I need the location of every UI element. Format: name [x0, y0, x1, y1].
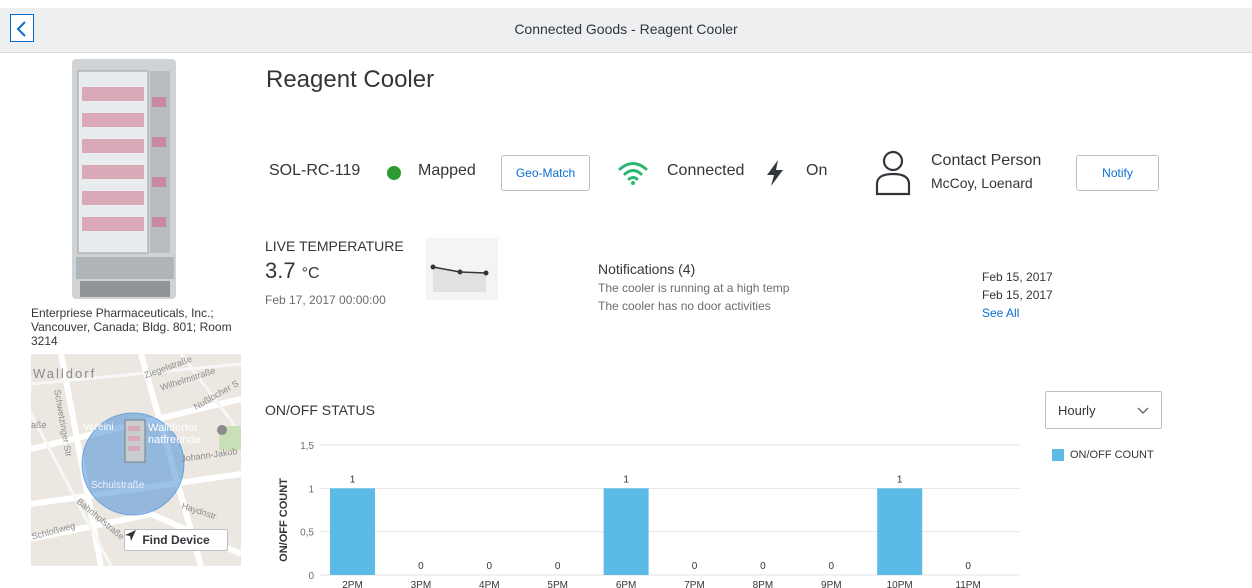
x-tick-label: 11PM: [955, 580, 980, 588]
temperature-sparkline[interactable]: [426, 238, 498, 300]
device-id: SOL-RC-119: [269, 162, 361, 179]
notification-date: Feb 15, 2017: [982, 288, 1053, 302]
notify-button[interactable]: Notify: [1076, 155, 1159, 191]
geo-match-button[interactable]: Geo-Match: [501, 155, 590, 191]
data-label: 0: [829, 561, 835, 572]
page-title: Reagent Cooler: [266, 66, 435, 93]
interval-select-value: Hourly: [1058, 403, 1096, 418]
temperature-unit: °C: [301, 265, 320, 282]
map-label: aße: [31, 420, 47, 430]
x-tick-label: 4PM: [479, 580, 500, 588]
chart-bar: [603, 488, 649, 575]
y-tick-label: 1,5: [300, 441, 314, 452]
onoff-chart: 0 0,5 1 1,5 ON/OFF COUNT 1 2PM 0 3PM 0 4PM 0 5PM 1 6PM…: [278, 441, 1020, 588]
contact-person-title: Contact Person: [931, 152, 1042, 169]
data-label: 0: [418, 561, 424, 572]
y-axis-label: ON/OFF COUNT: [278, 478, 290, 562]
data-label: 1: [350, 474, 356, 485]
data-label: 0: [760, 561, 766, 572]
top-bar: Connected Goods - Reagent Cooler: [0, 8, 1252, 53]
x-tick-label: 2PM: [342, 580, 363, 588]
location-map[interactable]: Walldorf Ziegelstraße Wilhelmstraße Nußl…: [31, 354, 241, 566]
cooler-image: [72, 59, 176, 299]
data-label: 0: [692, 561, 698, 572]
temperature-timestamp: Feb 17, 2017 00:00:00: [265, 293, 386, 307]
x-tick-label: 7PM: [684, 580, 705, 588]
power-bolt-icon: [767, 160, 783, 186]
connection-status-label: Connected: [667, 162, 745, 179]
map-label: Schulstraße: [91, 480, 145, 491]
app-title: Connected Goods - Reagent Cooler: [514, 21, 738, 37]
mapped-status-dot: [387, 166, 401, 180]
temperature-value: 3.7 °C: [265, 258, 320, 284]
map-label: Walldorfer: [148, 422, 198, 434]
chart-bar: [330, 488, 375, 575]
live-temperature-title: LIVE TEMPERATURE: [265, 238, 404, 254]
location-arrow-icon: [125, 530, 136, 541]
legend-swatch: [1052, 449, 1064, 461]
x-tick-label: 8PM: [753, 580, 774, 588]
legend-label: ON/OFF COUNT: [1070, 449, 1154, 461]
map-label: Vereini: [83, 422, 114, 433]
find-device-button[interactable]: Find Device: [124, 529, 228, 551]
data-label: 0: [487, 561, 493, 572]
notification-date: Feb 15, 2017: [982, 270, 1053, 284]
x-tick-label: 6PM: [616, 580, 637, 588]
data-label: 1: [897, 474, 903, 485]
see-all-link[interactable]: See All: [982, 306, 1019, 320]
temperature-number: 3.7: [265, 258, 296, 283]
notifications-title: Notifications (4): [598, 261, 696, 277]
map-label: natfreunde: [148, 434, 201, 446]
x-tick-label: 10PM: [887, 580, 913, 588]
person-icon: [875, 150, 911, 196]
find-device-label: Find Device: [142, 533, 210, 547]
mapped-status-label: Mapped: [418, 162, 476, 179]
y-tick-label: 0: [308, 571, 314, 582]
x-tick-label: 9PM: [821, 580, 842, 588]
map-label: Walldorf: [33, 366, 97, 381]
device-address: Enterpriese Pharmaceuticals, Inc.; Vanco…: [31, 306, 232, 348]
contact-person-name: McCoy, Loenard: [931, 175, 1033, 191]
interval-select[interactable]: Hourly: [1045, 391, 1162, 429]
onoff-status-title: ON/OFF STATUS: [265, 402, 375, 418]
chevron-down-icon: [1137, 407, 1149, 415]
notification-text: The cooler has no door activities: [598, 299, 771, 313]
chart-bar: [877, 488, 923, 575]
y-tick-label: 1: [308, 484, 314, 495]
wifi-icon: [618, 162, 648, 185]
x-tick-label: 5PM: [547, 580, 568, 588]
x-tick-label: 3PM: [411, 580, 432, 588]
data-label: 0: [965, 561, 971, 572]
data-label: 0: [555, 561, 561, 572]
power-status-label: On: [806, 162, 828, 179]
notification-text: The cooler is running at a high temp: [598, 281, 790, 295]
y-tick-label: 0,5: [300, 528, 314, 539]
data-label: 1: [623, 474, 629, 485]
